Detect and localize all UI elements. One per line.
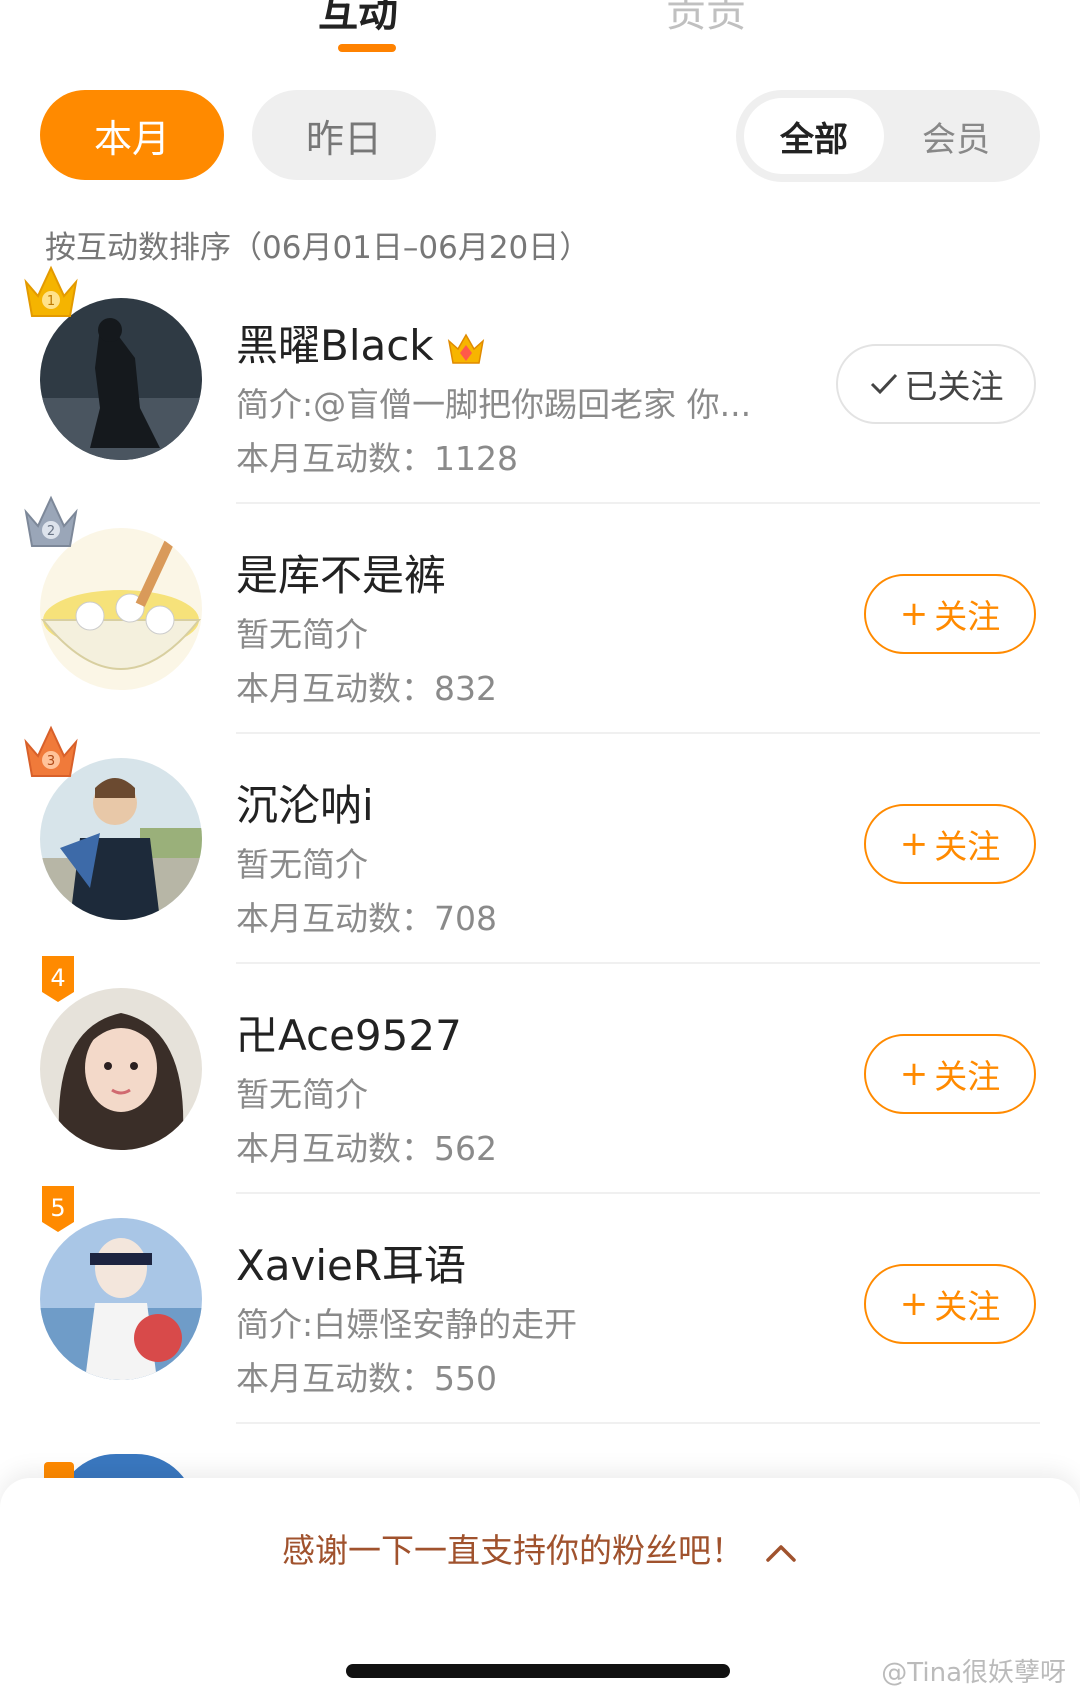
thank-fans-prompt[interactable]: 感谢一下一直支持你的粉丝吧！: [0, 1524, 1080, 1572]
fan-bio: 暂无简介: [236, 1075, 368, 1114]
active-tab-indicator: [338, 44, 396, 52]
fan-name[interactable]: 是库不是裤: [236, 542, 446, 603]
svg-text:5: 5: [50, 1194, 65, 1222]
fan-name[interactable]: XavieR耳语: [236, 1232, 466, 1293]
fan-bio: 简介:白嫖怪安静的走开: [236, 1305, 578, 1344]
top-tab-bar: 互动 贡贡: [0, 0, 1080, 60]
rank-2-crown-icon: 2: [24, 495, 78, 547]
follow-button[interactable]: + 关注: [864, 1034, 1036, 1114]
plus-icon: +: [899, 594, 929, 634]
watermark: @Tina很妖孽呀: [881, 1658, 1066, 1688]
chevron-up-icon[interactable]: [764, 1542, 798, 1564]
list-item[interactable]: 5 XavieR耳语 简介:白嫖怪安静的走开 本月互动数：550 + 关注: [0, 1186, 1080, 1424]
followed-button[interactable]: 已关注: [836, 344, 1036, 424]
fan-interaction-count: 本月互动数：832: [236, 669, 497, 708]
divider: [236, 1422, 1040, 1424]
list-item[interactable]: 4 卍Ace9527 暂无简介 本月互动数：562 + 关注: [0, 956, 1080, 1194]
svg-text:3: 3: [47, 754, 55, 769]
avatar[interactable]: [40, 1218, 202, 1380]
period-yesterday-button[interactable]: 昨日: [252, 90, 436, 180]
plus-icon: +: [899, 824, 929, 864]
rank-4-badge-icon: 4: [42, 956, 74, 1002]
plus-icon: +: [899, 1284, 929, 1324]
fan-interaction-count: 本月互动数：1128: [236, 439, 518, 478]
period-this-month-button[interactable]: 本月: [40, 90, 224, 180]
follow-button[interactable]: + 关注: [864, 1264, 1036, 1344]
fan-interaction-count: 本月互动数：708: [236, 899, 497, 938]
list-item[interactable]: 2 是库不是裤 暂无简介 本月互动数：832 + 关注: [0, 495, 1080, 734]
svg-text:1: 1: [47, 294, 55, 309]
home-indicator[interactable]: [346, 1664, 730, 1678]
check-icon: [870, 373, 897, 395]
filter-toggle: 全部 会员: [736, 90, 1040, 182]
fan-interaction-count: 本月互动数：562: [236, 1129, 497, 1168]
filter-all-option[interactable]: 全部: [744, 98, 884, 174]
follow-button[interactable]: + 关注: [864, 804, 1036, 884]
rank-5-badge-icon: 5: [42, 1186, 74, 1232]
tab-contribution[interactable]: 贡贡: [666, 0, 746, 38]
fan-name[interactable]: 沉沦呐i: [236, 772, 374, 833]
fan-bio: 暂无简介: [236, 845, 368, 884]
filter-member-option[interactable]: 会员: [886, 98, 1026, 174]
avatar[interactable]: [40, 988, 202, 1150]
svg-text:2: 2: [47, 524, 55, 539]
fan-name[interactable]: 卍Ace9527: [236, 1002, 462, 1063]
list-item[interactable]: 1 黑曜Black 简介:@盲僧一脚把你踢回老家 你... 本月互动数：1128…: [0, 265, 1080, 504]
list-item[interactable]: 3 沉沦呐i 暂无简介 本月互动数：708 + 关注: [0, 725, 1080, 964]
fan-interaction-count: 本月互动数：550: [236, 1359, 497, 1398]
vip-crown-icon: [447, 332, 484, 364]
fan-bio: 暂无简介: [236, 615, 368, 654]
sort-label: 按互动数排序（06月01日–06月20日）: [45, 230, 591, 266]
fan-bio: 简介:@盲僧一脚把你踢回老家 你...: [236, 385, 752, 424]
follow-button[interactable]: + 关注: [864, 574, 1036, 654]
fan-name[interactable]: 黑曜Black: [236, 312, 486, 373]
rank-1-crown-icon: 1: [24, 265, 78, 317]
tab-interaction[interactable]: 互动: [318, 0, 398, 38]
rank-3-crown-icon: 3: [24, 725, 78, 777]
plus-icon: +: [899, 1054, 929, 1094]
svg-text:4: 4: [50, 964, 65, 992]
